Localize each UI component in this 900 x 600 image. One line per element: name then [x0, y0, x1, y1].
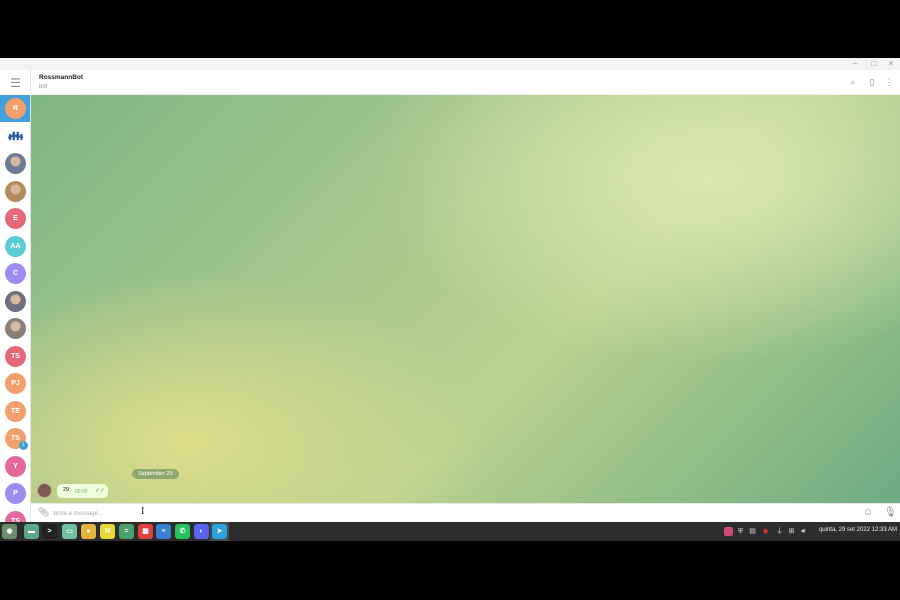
message-text: 29: [63, 487, 70, 493]
taskbar: ◉ ▬ > ▭ ● N = ▦ ≡ ✆ ◐ ➤ ⛨ ▤ ◉ ⏚ ⊞ 🔊︎ quinta, 29 set…: [0, 522, 900, 541]
double-check-icon: ✓✓: [95, 488, 106, 494]
chat-subtitle: bot: [39, 84, 48, 90]
chat-avatar[interactable]: [5, 180, 26, 202]
taskbar-notes-icon[interactable]: N: [100, 524, 115, 539]
taskbar-whatsapp-icon[interactable]: ✆: [175, 524, 190, 539]
volume-icon[interactable]: 🔊︎: [799, 527, 808, 536]
message-input[interactable]: [53, 507, 353, 520]
record-icon[interactable]: ◉: [761, 527, 770, 536]
more-vertical-icon[interactable]: ⋮: [883, 76, 895, 88]
chat-avatar[interactable]: P: [5, 483, 26, 504]
color-picker-icon[interactable]: [724, 527, 733, 536]
date-separator: September 29: [132, 469, 179, 479]
message-bubble[interactable]: 29 00:00 ✓✓: [57, 484, 108, 498]
taskbar-start-menu-icon[interactable]: ◉: [2, 524, 17, 539]
taskbar-discord-icon[interactable]: ◐: [194, 524, 209, 539]
chat-avatar[interactable]: Y: [5, 455, 26, 477]
taskbar-editor-icon[interactable]: ≡: [156, 524, 171, 539]
clock[interactable]: quinta, 29 set 2022 12:33 AM: [819, 527, 897, 533]
clipboard-icon[interactable]: ▤: [748, 527, 757, 536]
maximize-button[interactable]: □: [865, 58, 883, 70]
text-cursor-icon: I: [141, 506, 145, 517]
window-titlebar: – □ ×: [0, 58, 900, 70]
chat-header: RossmannBot bot ⌕ ▯ ⋮: [31, 70, 900, 95]
taskbar-telegram-icon[interactable]: ➤: [212, 524, 227, 539]
taskbar-folder-icon[interactable]: ▭: [62, 524, 77, 539]
chat-avatar[interactable]: AA: [5, 235, 26, 257]
chat-avatar[interactable]: [5, 153, 26, 174]
chat-list-sidebar: ☰ R 👪︎ E AA C TS PJ TE TS 1 Y P TS: [0, 70, 31, 522]
taskbar-chrome-icon[interactable]: ●: [81, 524, 96, 539]
sidebar-toggle-icon[interactable]: ▯: [866, 76, 878, 88]
chat-avatar[interactable]: PJ: [5, 373, 26, 394]
group-people-icon[interactable]: 👪︎: [5, 125, 26, 147]
message-composer: 📎︎ I ☺ 🎙︎: [31, 503, 900, 522]
network-icon[interactable]: ⊞: [787, 527, 796, 536]
message-time: 00:00: [75, 489, 88, 495]
chat-background: September 29 29 00:00 ✓✓: [31, 95, 900, 503]
chat-avatar[interactable]: TE: [5, 400, 26, 422]
unread-badge: 1: [19, 441, 28, 450]
minimize-button[interactable]: –: [846, 58, 864, 70]
chat-avatar[interactable]: TS: [5, 345, 26, 367]
shield-icon[interactable]: ⛨: [736, 527, 745, 536]
close-button[interactable]: ×: [882, 58, 900, 70]
avatar[interactable]: [37, 483, 52, 498]
screen: – □ × ☰ R 👪︎ E AA C TS PJ TE TS 1 Y P TS RossmannBot…: [0, 58, 900, 541]
taskbar-files-icon[interactable]: ▬: [24, 524, 39, 539]
chat-avatar[interactable]: E: [5, 208, 26, 229]
attach-icon[interactable]: 📎︎: [38, 507, 49, 518]
emoji-icon[interactable]: ☺: [863, 507, 873, 518]
taskbar-terminal-icon[interactable]: >: [42, 524, 57, 539]
chat-title[interactable]: RossmannBot: [39, 74, 83, 81]
taskbar-calendar-icon[interactable]: ▦: [138, 524, 153, 539]
chat-avatar[interactable]: [5, 290, 26, 312]
chat-avatar[interactable]: [5, 318, 26, 339]
taskbar-calculator-icon[interactable]: =: [119, 524, 134, 539]
microphone-icon[interactable]: 🎙︎: [884, 507, 897, 518]
search-icon[interactable]: ⌕: [847, 76, 859, 88]
menu-icon[interactable]: ☰: [0, 70, 30, 95]
chat-avatar[interactable]: TS: [5, 510, 26, 522]
usb-icon[interactable]: ⏚: [775, 527, 784, 536]
chat-avatar[interactable]: C: [5, 263, 26, 284]
chat-avatar[interactable]: R: [5, 98, 26, 119]
